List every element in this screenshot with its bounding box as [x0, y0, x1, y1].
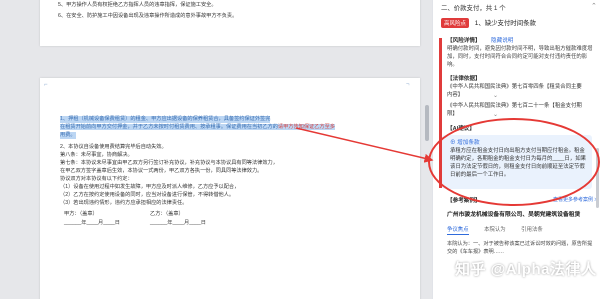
watermark: 知乎 @Alpha法律人: [455, 261, 597, 278]
annotation-ellipse: [428, 118, 600, 206]
